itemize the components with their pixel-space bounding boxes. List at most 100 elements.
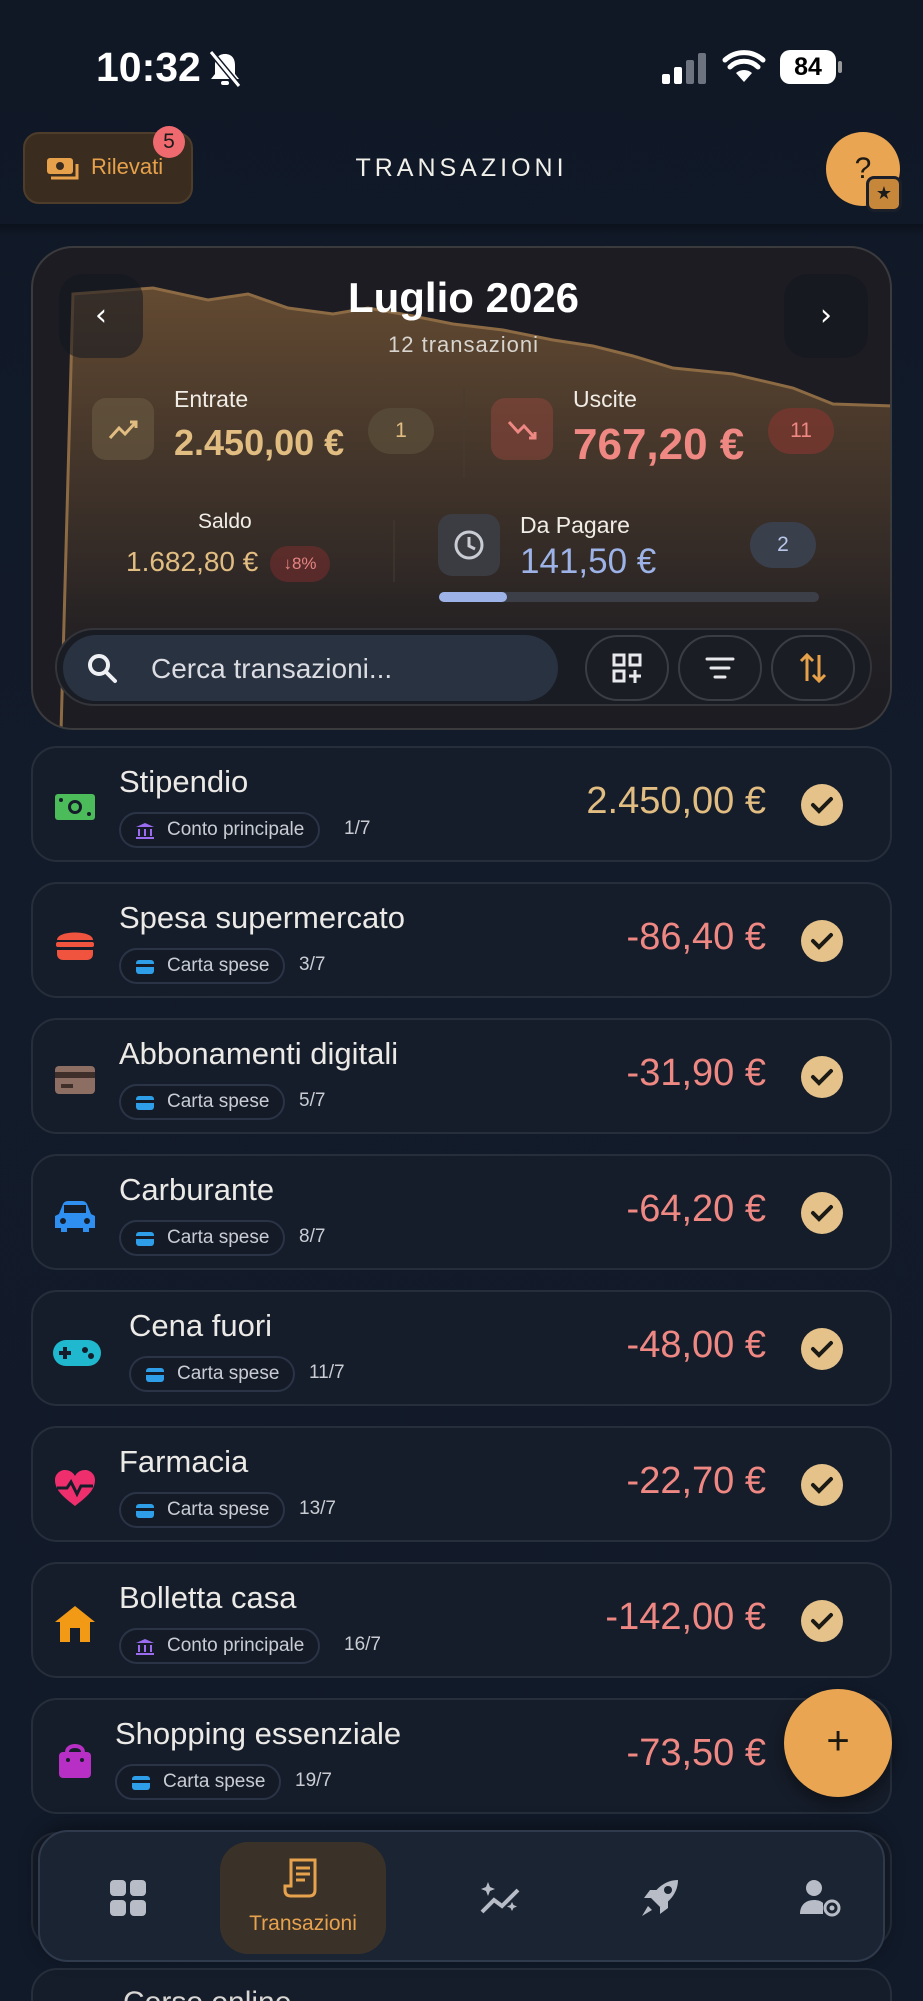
status-bar: 10:32 84 xyxy=(0,0,923,130)
month-title: Luglio 2026 xyxy=(347,274,580,321)
search-icon xyxy=(88,654,117,683)
paid-check-button[interactable] xyxy=(801,1056,843,1098)
transaction-row[interactable]: Bolletta casa Conto principale 16/7 -142… xyxy=(31,1562,892,1678)
shopping-bag-icon xyxy=(59,1744,91,1778)
nav-item-insights[interactable] xyxy=(440,1832,570,1964)
gamepad-icon xyxy=(53,1340,101,1366)
wifi-icon xyxy=(722,50,766,82)
search-toolbar: Cerca transazioni... xyxy=(55,628,872,706)
transaction-title: Shopping essenziale xyxy=(115,1716,402,1751)
group-view-button[interactable] xyxy=(585,635,669,701)
account-chip[interactable]: Conto principale xyxy=(119,1628,321,1664)
paid-check-button[interactable] xyxy=(801,920,843,962)
account-chip[interactable]: Carta spese xyxy=(119,1084,286,1120)
paid-check-button[interactable] xyxy=(801,1328,843,1370)
grid-plus-icon xyxy=(612,653,642,683)
transaction-row[interactable]: Shopping essenziale Carta spese 19/7 -73… xyxy=(31,1698,892,1814)
house-icon xyxy=(55,1606,95,1642)
battery-indicator: 84 xyxy=(780,50,842,84)
balance-change-badge: ↓8% xyxy=(270,546,330,582)
account-chip[interactable]: Carta spese xyxy=(119,1492,286,1528)
income-label: Entrate xyxy=(174,386,249,412)
burger-icon xyxy=(56,932,94,960)
clock-icon xyxy=(454,530,484,560)
money-icon xyxy=(55,794,95,820)
user-settings-icon xyxy=(800,1880,841,1917)
sort-button[interactable] xyxy=(771,635,855,701)
due-progress-fill xyxy=(439,592,508,602)
transaction-amount: -73,50 € xyxy=(626,1732,766,1774)
transaction-row[interactable]: Abbonamenti digitali Carta spese 5/7 -31… xyxy=(31,1018,892,1134)
credit-card-icon xyxy=(55,1066,95,1094)
transaction-date: 1/7 xyxy=(344,818,371,839)
account-chip[interactable]: Carta spese xyxy=(129,1356,296,1392)
paid-check-button[interactable] xyxy=(801,1600,843,1642)
due-progress-bar xyxy=(439,592,819,602)
filter-button[interactable] xyxy=(678,635,762,701)
account-label: Carta spese xyxy=(167,1091,270,1112)
nav-item-dashboard[interactable] xyxy=(40,1832,220,1964)
paid-check-button[interactable] xyxy=(801,1464,843,1506)
list-item[interactable]: Corso online xyxy=(31,1968,892,2001)
sparkle-chart-icon xyxy=(480,1882,520,1914)
category-icon-wrap xyxy=(53,1194,97,1242)
paid-check-button[interactable] xyxy=(801,1192,843,1234)
expense-value: 767,20 € xyxy=(573,420,745,469)
transaction-row[interactable]: Carburante Carta spese 8/7 -64,20 € xyxy=(31,1154,892,1270)
nav-item-settings[interactable] xyxy=(760,1832,887,1964)
status-time: 10:32 xyxy=(96,44,201,90)
car-icon xyxy=(55,1201,95,1232)
transaction-title: Corso online xyxy=(123,1986,291,2001)
expense-label: Uscite xyxy=(573,386,637,412)
transaction-amount: -142,00 € xyxy=(605,1596,766,1638)
expense-count-badge: 11 xyxy=(768,408,834,454)
search-placeholder: Cerca transazioni... xyxy=(151,653,393,684)
paid-check-button[interactable] xyxy=(801,784,843,826)
stat-divider xyxy=(463,388,465,478)
next-month-button[interactable]: › xyxy=(784,274,868,358)
account-label: Carta spese xyxy=(167,955,270,976)
transaction-title: Abbonamenti digitali xyxy=(119,1036,399,1071)
category-icon-wrap xyxy=(51,1330,103,1378)
transaction-row[interactable]: Farmacia Carta spese 13/7 -22,70 € xyxy=(31,1426,892,1542)
income-value: 2.450,00 € xyxy=(174,422,345,463)
transaction-amount: -48,00 € xyxy=(626,1324,766,1366)
account-chip[interactable]: Carta spese xyxy=(115,1764,282,1800)
account-label: Carta spese xyxy=(177,1363,280,1384)
account-chip[interactable]: Carta spese xyxy=(119,948,286,984)
transaction-date: 5/7 xyxy=(299,1090,326,1111)
star-icon: ★ xyxy=(866,176,902,212)
balance-value: 1.682,80 € xyxy=(126,546,259,577)
nav-item-goals[interactable] xyxy=(600,1832,730,1964)
sort-arrows-icon xyxy=(799,652,827,684)
account-label: Carta spese xyxy=(163,1771,266,1792)
category-icon-wrap xyxy=(53,922,97,970)
battery-level: 84 xyxy=(794,53,822,81)
app-header: Rilevati 5 TRANSAZIONI ? ★ xyxy=(0,126,923,224)
transaction-title: Farmacia xyxy=(119,1444,249,1479)
transaction-row[interactable]: Cena fuori Carta spese 11/7 -48,00 € xyxy=(31,1290,892,1406)
add-transaction-button[interactable]: + xyxy=(784,1689,892,1797)
due-icon-box xyxy=(438,514,500,576)
check-icon xyxy=(811,1069,833,1086)
nav-item-transazioni[interactable]: Transazioni xyxy=(220,1842,386,1954)
header-shadow xyxy=(0,224,923,236)
signal-icon xyxy=(662,53,706,84)
search-input[interactable]: Cerca transazioni... xyxy=(63,635,558,701)
transaction-date: 13/7 xyxy=(299,1498,336,1519)
due-count-badge: 2 xyxy=(750,522,816,568)
category-icon-wrap xyxy=(53,1058,97,1106)
transaction-title: Bolletta casa xyxy=(119,1580,297,1615)
account-label: Conto principale xyxy=(167,819,305,840)
category-icon-wrap xyxy=(53,1602,97,1650)
account-chip[interactable]: Carta spese xyxy=(119,1220,286,1256)
check-icon xyxy=(811,1613,833,1630)
account-label: Carta spese xyxy=(167,1499,270,1520)
transaction-row[interactable]: Stipendio Conto principale 1/7 2.450,00 … xyxy=(31,746,892,862)
card-icon xyxy=(136,960,154,974)
account-chip[interactable]: Conto principale xyxy=(119,812,321,848)
transaction-row[interactable]: Spesa supermercato Carta spese 3/7 -86,4… xyxy=(31,882,892,998)
card-icon xyxy=(136,1232,154,1246)
trending-up-icon xyxy=(108,420,138,440)
bank-icon xyxy=(136,1639,154,1655)
